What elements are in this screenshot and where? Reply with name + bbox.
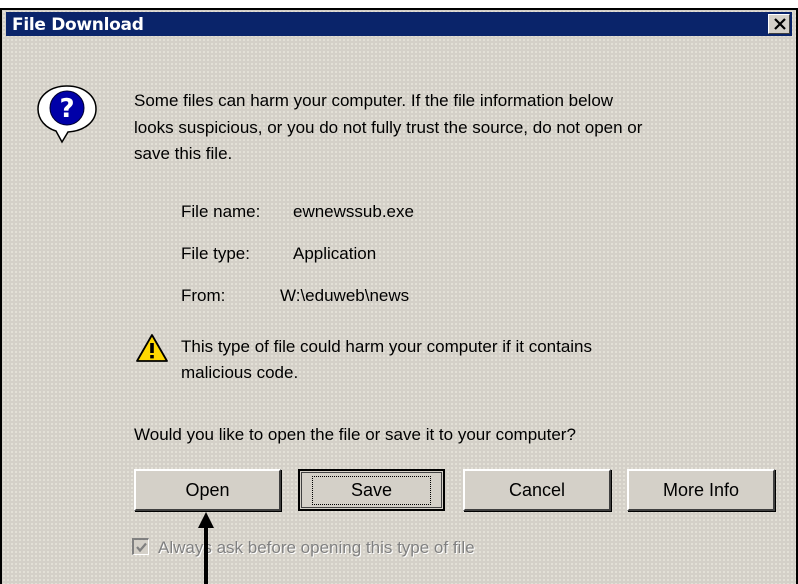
warning-line-1: This type of file could harm your comput… bbox=[181, 337, 593, 356]
more-info-button-label: More Info bbox=[662, 479, 740, 500]
message-line-1: Some files can harm your computer. If th… bbox=[134, 91, 614, 110]
arrow-pointer-icon bbox=[198, 512, 214, 584]
message-line-3: save this file. bbox=[134, 144, 233, 163]
file-type-value: Application bbox=[293, 244, 377, 263]
check-mark-icon bbox=[136, 542, 147, 553]
close-button[interactable] bbox=[768, 14, 790, 34]
file-type-label: File type: bbox=[181, 244, 250, 263]
close-icon bbox=[774, 18, 786, 30]
title-bar[interactable]: File Download bbox=[6, 12, 792, 36]
open-button-label: Open bbox=[185, 479, 230, 500]
save-button-label: Save bbox=[350, 479, 393, 500]
svg-text:?: ? bbox=[59, 94, 74, 124]
file-name-value: ewnewssub.exe bbox=[293, 202, 414, 221]
warning-line-2: malicious code. bbox=[181, 363, 299, 382]
help-icon: ? bbox=[37, 85, 97, 144]
focus-ring: Save bbox=[311, 475, 432, 505]
open-button[interactable]: Open bbox=[134, 469, 281, 511]
more-info-button[interactable]: More Info bbox=[627, 469, 775, 511]
dialog-title: File Download bbox=[12, 15, 144, 35]
download-question: Would you like to open the file or save … bbox=[134, 425, 576, 444]
save-button[interactable]: Save bbox=[298, 469, 445, 511]
warning-icon bbox=[136, 334, 168, 362]
always-ask-checkbox[interactable] bbox=[132, 538, 149, 555]
file-from-value: W:\eduweb\news bbox=[280, 286, 410, 305]
file-name-label: File name: bbox=[181, 202, 261, 221]
message-line-2: looks suspicious, or you do not fully tr… bbox=[134, 118, 643, 137]
cancel-button-label: Cancel bbox=[508, 479, 566, 500]
cancel-button[interactable]: Cancel bbox=[463, 469, 611, 511]
file-from-label: From: bbox=[181, 286, 226, 305]
